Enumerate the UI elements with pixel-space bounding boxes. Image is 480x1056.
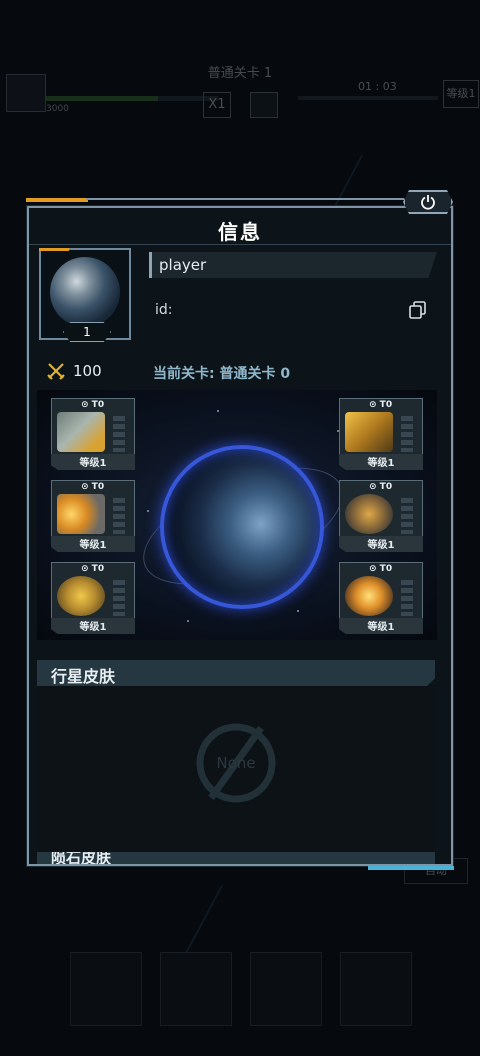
player-avatar-small[interactable] — [6, 74, 46, 112]
slot-upgrade-bars — [401, 580, 413, 616]
timer-text: 01 : 03 — [358, 80, 397, 93]
speed-button[interactable]: X1 — [203, 92, 231, 118]
gold-core-icon — [57, 576, 105, 616]
slot-level: 等级1 — [339, 454, 423, 470]
none-label: None — [216, 754, 255, 772]
meteor-skin-header: 陨石皮肤 — [37, 852, 435, 864]
slot-upgrade-bars — [401, 416, 413, 452]
slot-upgrade-bars — [401, 498, 413, 534]
slot-level: 等级1 — [51, 536, 135, 552]
planet-shield — [160, 445, 324, 609]
slot-tier: ⊙ T0 — [369, 400, 393, 410]
close-button[interactable] — [403, 190, 453, 214]
power-value: 100 — [73, 362, 102, 380]
slot-tier: ⊙ T0 — [81, 482, 105, 492]
copy-icon[interactable] — [408, 300, 428, 320]
ship-slot[interactable] — [250, 952, 322, 1026]
panel-accent-bottom — [368, 866, 454, 870]
meteor-skin-title: 陨石皮肤 — [51, 852, 112, 864]
ship-slot[interactable] — [70, 952, 142, 1026]
stage-title: 普通关卡 1 — [207, 66, 273, 81]
info-panel: 信息 1 player id: 100 当前关卡: 普通关卡 0 ⊙ T0 等级… — [27, 206, 453, 866]
energy-reactor-icon — [345, 576, 393, 616]
panel-title: 信息 — [218, 220, 262, 244]
power-icon — [421, 195, 435, 210]
crossed-swords-icon — [47, 363, 65, 380]
slot-tier: ⊙ T0 — [369, 482, 393, 492]
slot-level: 等级1 — [339, 618, 423, 634]
player-name-field[interactable]: player — [149, 252, 437, 278]
planet-skin-header: 行星皮肤 — [37, 660, 435, 686]
star — [217, 410, 219, 412]
equipment-slot-left-1[interactable]: ⊙ T0 等级1 — [51, 398, 135, 470]
slot-tier: ⊙ T0 — [81, 400, 105, 410]
panel-accent-top — [26, 198, 88, 202]
star — [187, 620, 189, 622]
equipment-slot-right-1[interactable]: ⊙ T0 等级1 — [339, 398, 423, 470]
armor-crate-icon — [345, 412, 393, 452]
slot-level: 等级1 — [339, 536, 423, 552]
slot-upgrade-bars — [113, 580, 125, 616]
level-button[interactable]: 等级1 — [443, 80, 479, 108]
panel-accent-line — [86, 198, 404, 200]
planet-skin-list[interactable]: None — [37, 686, 435, 852]
slot-level: 等级1 — [51, 618, 135, 634]
avatar-accent — [39, 248, 69, 251]
slot-tier: ⊙ T0 — [81, 564, 105, 574]
player-level-badge: 1 — [63, 322, 111, 342]
slot-upgrade-bars — [113, 416, 125, 452]
planet-skin-title: 行星皮肤 — [51, 667, 116, 686]
current-stage-row: 当前关卡: 普通关卡 0 — [153, 363, 290, 383]
cannon-turret-icon — [57, 412, 105, 452]
equipment-view: ⊙ T0 等级1 ⊙ T0 等级1 ⊙ T0 等级1 ⊙ T0 等级1 ⊙ T0… — [37, 390, 437, 640]
power-row: 100 — [47, 362, 102, 380]
hp-bar — [46, 96, 158, 101]
star — [147, 510, 149, 512]
star — [297, 610, 299, 612]
equipment-slot-right-2[interactable]: ⊙ T0 等级1 — [339, 480, 423, 552]
equipment-slot-left-2[interactable]: ⊙ T0 等级1 — [51, 480, 135, 552]
slot-upgrade-bars — [113, 498, 125, 534]
ship-slot[interactable] — [340, 952, 412, 1026]
ring-generator-icon — [345, 494, 393, 534]
equipment-slot-left-3[interactable]: ⊙ T0 等级1 — [51, 562, 135, 634]
equipment-slot-right-3[interactable]: ⊙ T0 等级1 — [339, 562, 423, 634]
name-field-edge — [149, 252, 152, 278]
card-button[interactable] — [250, 92, 278, 118]
slot-level: 等级1 — [51, 454, 135, 470]
player-id-label: id: — [155, 302, 173, 318]
timer-bar — [298, 96, 438, 100]
thruster-module-icon — [57, 494, 105, 534]
current-stage-value: 普通关卡 0 — [219, 366, 291, 382]
slot-tier: ⊙ T0 — [369, 564, 393, 574]
current-stage-label: 当前关卡: — [153, 366, 215, 382]
player-name: player — [159, 256, 207, 274]
ship-slot[interactable] — [160, 952, 232, 1026]
planet-avatar-image — [50, 257, 120, 327]
title-divider — [29, 244, 451, 245]
none-placeholder-icon: None — [196, 723, 276, 803]
player-avatar[interactable]: 1 — [39, 248, 131, 342]
score-text: 3000 — [46, 104, 69, 114]
